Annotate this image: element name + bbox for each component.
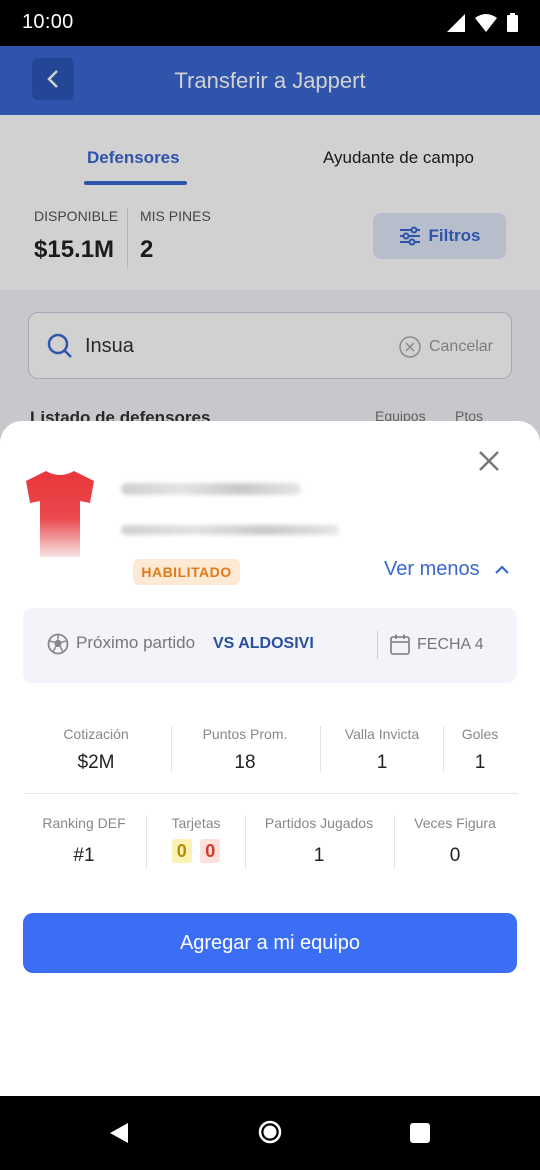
stat-label: Goles [461,726,499,742]
toggle-label: Ver menos [384,558,480,580]
stat-tarjetas: Tarjetas 0 0 [156,815,236,863]
stat-value: 1 [474,752,486,773]
stat-label: Puntos Prom. [202,726,288,742]
stat-value: 0 [449,845,461,866]
divider [146,815,147,869]
signal-icon [447,13,465,32]
divider [24,793,518,794]
divider [320,726,321,772]
next-match-opponent: VS ALDOSIVI [213,635,314,652]
stat-cotizacion: Cotización $2M [46,726,146,774]
stat-value: 18 [234,752,256,773]
nav-home-icon[interactable] [258,1120,282,1144]
player-detail-sheet: HABILITADO Ver menos Próximo partido VS … [0,421,540,1096]
stat-valla-invicta: Valla Invicta 1 [332,726,432,774]
player-name-redacted [121,483,301,495]
stat-label: Partidos Jugados [264,815,374,831]
status-bar: 10:00 [0,0,540,46]
stat-value: 1 [313,845,325,866]
cards-values: 0 0 [156,839,236,863]
stat-value: $2M [77,752,115,773]
stat-goles: Goles 1 [450,726,510,774]
player-team-redacted [121,525,339,535]
battery-icon [507,13,518,32]
nav-back-icon[interactable] [108,1122,130,1144]
divider [245,815,246,869]
stat-partidos-jugados: Partidos Jugados 1 [254,815,384,867]
stat-value: #1 [73,845,95,866]
next-match-label: Próximo partido [76,633,196,652]
add-to-team-button[interactable]: Agregar a mi equipo [23,913,517,973]
stat-puntos-prom: Puntos Prom. 18 [190,726,300,774]
jersey-icon [26,471,94,557]
toggle-details-button[interactable]: Ver menos [384,558,510,581]
close-button[interactable] [475,447,503,475]
yellow-card-count: 0 [171,839,192,863]
stat-label: Ranking DEF [42,815,126,831]
calendar-icon [390,634,410,655]
stat-label: Veces Figura [414,815,496,831]
wifi-icon [475,13,497,32]
divider [394,815,395,869]
stat-label: Cotización [63,726,129,742]
status-icons [447,13,518,32]
divider [377,631,378,659]
nav-recents-icon[interactable] [409,1122,431,1144]
soccer-ball-icon [47,633,69,655]
status-time: 10:00 [22,11,74,33]
close-icon [479,451,499,471]
stat-ranking-def: Ranking DEF #1 [34,815,134,867]
match-round: FECHA 4 [417,636,484,653]
stat-label: Valla Invicta [344,726,420,742]
stat-label: Tarjetas [171,815,221,831]
red-card-count: 0 [200,839,221,863]
chevron-up-icon [494,564,509,574]
divider [443,726,444,772]
divider [171,726,172,772]
stat-veces-figura: Veces Figura 0 [405,815,505,867]
next-match-card: Próximo partido VS ALDOSIVI FECHA 4 [23,608,517,683]
status-badge: HABILITADO [133,559,240,585]
stat-value: 1 [376,752,388,773]
system-nav-bar [0,1096,540,1170]
